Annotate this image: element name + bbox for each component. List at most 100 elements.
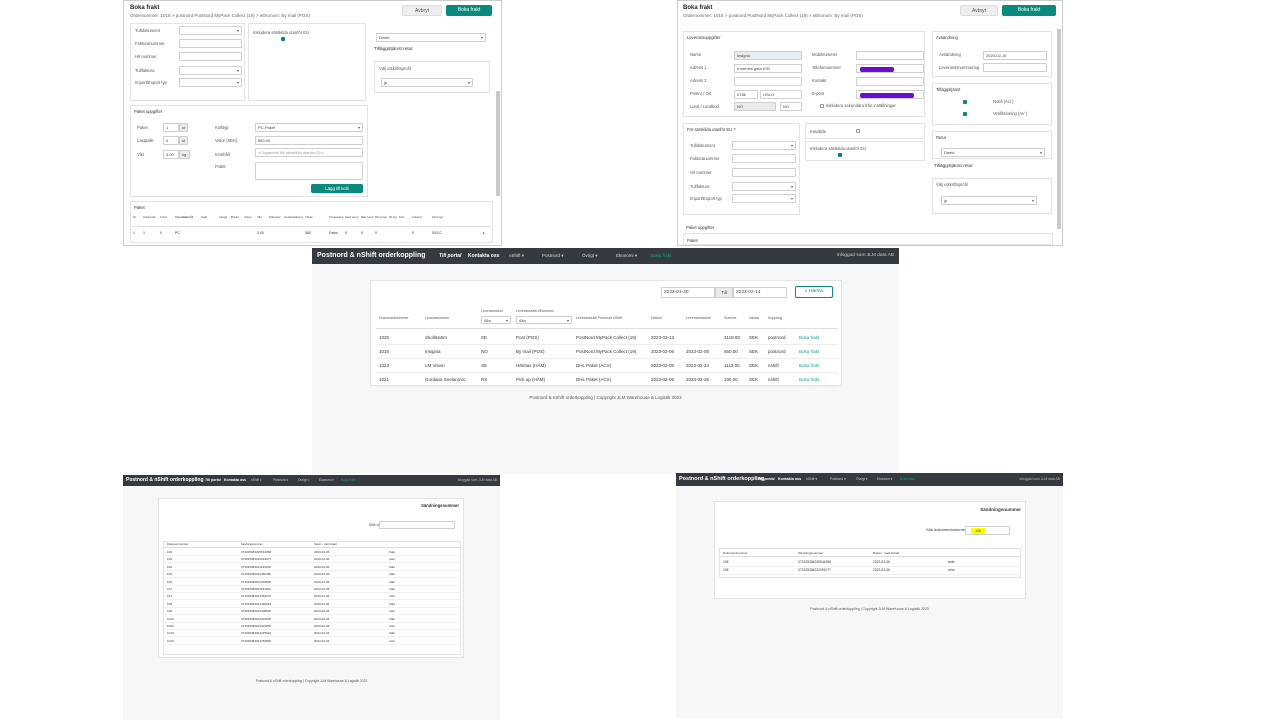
nav-ekonomi[interactable]: Ekonomi ▾ [877,477,892,481]
nav-till-portal[interactable]: Till portal [439,253,461,259]
col-leveransdatum[interactable]: Leveransdatum [686,316,711,320]
nav-till-portal[interactable]: Till portal [758,477,775,481]
epost-input[interactable] [856,90,924,99]
inkludera-checkbox[interactable] [281,37,285,41]
fakturanummer-input[interactable] [732,154,796,163]
kavallde-checkbox[interactable] [856,129,860,133]
varor-input[interactable]: 560.00 [255,136,363,145]
avsandning-date-input[interactable]: 2023-02-15 [983,51,1047,60]
table-col-header[interactable]: Höjd [201,215,218,219]
hit-nummer-input[interactable] [179,52,242,61]
date-to-input[interactable]: 2023-02-14 [733,287,787,298]
table-col-header[interactable]: Antal [160,215,174,219]
avbryt-button[interactable]: Avbryt [402,5,442,16]
table-col-header[interactable]: Vikt [257,215,268,219]
fraktr-textarea[interactable] [255,162,363,180]
table-col-header[interactable]: Längd [219,215,230,219]
col-dokumentnummer[interactable]: Dokumentnummer [723,551,748,555]
tulldokument-select[interactable] [179,26,242,35]
table-col-header[interactable]: Värde [305,215,328,219]
hit-nummer-input[interactable] [732,168,796,177]
nav-ekonomi[interactable]: Ekonomi ▾ [319,478,334,482]
adress1-input[interactable]: Kommes gata 67B [734,64,802,73]
table-col-header[interactable]: Volym [244,215,256,219]
filter-leveranssatt-select[interactable]: Alla [516,316,572,324]
col-dokumentnummer[interactable]: Dokumentnummer [167,543,188,546]
col-dokumentnummer[interactable]: Dokumentnummer [379,316,409,320]
table-col-header[interactable]: Bredd [231,215,243,219]
nav-nshift[interactable]: nShift ▾ [509,253,524,259]
table-col-header[interactable]: Innehåll [183,215,200,219]
retur-select[interactable]: Direkt [376,33,486,42]
table-col-header[interactable]: Ident typ [432,215,450,219]
kontakt-input[interactable] [856,77,924,86]
boka-frakt-link[interactable]: Boka frakt [799,335,819,340]
utskriftsprofil-select[interactable]: jp [381,78,473,87]
nav-ovrigt[interactable]: Övrigt ▾ [856,477,867,481]
nav-postnord[interactable]: Postnord ▾ [542,253,564,259]
date-from-input[interactable]: 2023-01-30 [661,287,715,298]
nav-postnord[interactable]: Postnord ▾ [830,477,846,481]
landkod-input[interactable]: NO [780,102,802,111]
nav-boka-frakt[interactable]: Boka frakt [651,253,671,258]
tullfaktura-select[interactable] [732,182,796,191]
nav-postnord[interactable]: Postnord ▾ [273,478,288,482]
table-col-header[interactable]: Ideal temp [345,215,360,219]
nav-ovrigt[interactable]: Övrigt ▾ [582,253,598,259]
nav-ekonomi[interactable]: Ekonomi ▾ [616,253,637,259]
postnr-input[interactable]: 0786 [734,90,758,99]
nav-ovrigt[interactable]: Övrigt ▾ [298,478,309,482]
import-export-select[interactable] [732,194,796,203]
utskriftsprofil-select[interactable]: jp [941,196,1037,205]
kollityp-select[interactable]: PC-Paket [255,123,363,132]
lastpalle-input[interactable]: 0 [163,136,179,145]
table-col-header[interactable]: Nr [133,215,142,219]
col-sandningsnummer[interactable]: Sändningsnummer [241,543,263,546]
avbryt-button[interactable]: Avbryt [960,5,998,16]
col-leveransnamn[interactable]: Leveransnamn [425,316,449,320]
sok-dokumentnummer-input[interactable]: 106 [965,526,1010,535]
paket-count-input[interactable]: 1 [163,123,179,132]
col-leveranssatt-eekonomi[interactable]: Leveranssätt eEkonomi [516,309,554,313]
col-sandningsnummer[interactable]: Sändningsnummer [798,551,823,555]
col-leveranssatt-postnord[interactable]: Leveranssätt Postnord nShift [576,316,622,320]
table-col-header[interactable]: Antal kolli [143,215,159,219]
table-col-header[interactable]: Text [399,215,411,219]
col-datum[interactable]: Datum - Gett bokad [314,543,337,546]
table-col-header[interactable]: Temperatur [329,215,344,219]
col-leveransland[interactable]: Leveransland [481,309,503,313]
nav-kontakta-oss[interactable]: Kontakta oss [224,478,246,482]
table-col-header[interactable]: Godsmärkning [284,215,304,219]
table-col-header[interactable]: Antal st [412,215,431,219]
table-col-header[interactable]: Paketkod [175,215,187,219]
expand-icon[interactable]: ▸ [483,231,485,235]
sok-dokumentnummer-input[interactable] [379,521,455,529]
inkludera-mobil-checkbox[interactable] [820,104,824,108]
boka-frakt-link[interactable]: Boka frakt [799,349,819,354]
inkludera-checkbox[interactable] [838,153,842,157]
col-datum[interactable]: Datum - Gett bokad [873,551,899,555]
filter-land-select[interactable]: Alla [481,316,511,324]
nav-nshift[interactable]: nShift ▾ [806,477,817,481]
namn-input[interactable]: Insigna [734,51,802,60]
innehall-input[interactable]: <Ongatortol för särskilda utanför EU> [255,148,363,157]
ort-input[interactable]: OSLO [760,90,802,99]
boka-frakt-link[interactable]: Boka frakt [799,363,819,368]
vikt-input[interactable]: 3.00 [163,150,179,159]
nav-nshift[interactable]: nShift ▾ [251,478,262,482]
col-valuta[interactable]: Valuta [749,316,759,320]
fakturanummer-input[interactable] [179,39,242,48]
navbar-brand[interactable]: Postnord & nShift orderkoppling [679,476,764,482]
navbar-brand[interactable]: Postnord & nShift orderkoppling [126,477,204,483]
boka-frakt-button[interactable]: Boka frakt [446,5,492,16]
table-col-header[interactable]: Min temp [375,215,388,219]
navbar-brand[interactable]: Postnord & nShift orderkoppling [317,252,426,259]
table-col-header[interactable]: Max temp [361,215,374,219]
import-export-select[interactable] [179,78,242,87]
nav-boka-frakt[interactable]: Boka frakt [900,477,915,481]
tulldokument-select[interactable] [732,141,796,150]
lagg-till-kolli-button[interactable]: Lägg till kolli [311,184,363,193]
mobil-input[interactable] [856,51,924,60]
boka-frakt-link[interactable]: Boka frakt [799,377,819,382]
nav-till-portal[interactable]: Till portal [205,478,221,482]
